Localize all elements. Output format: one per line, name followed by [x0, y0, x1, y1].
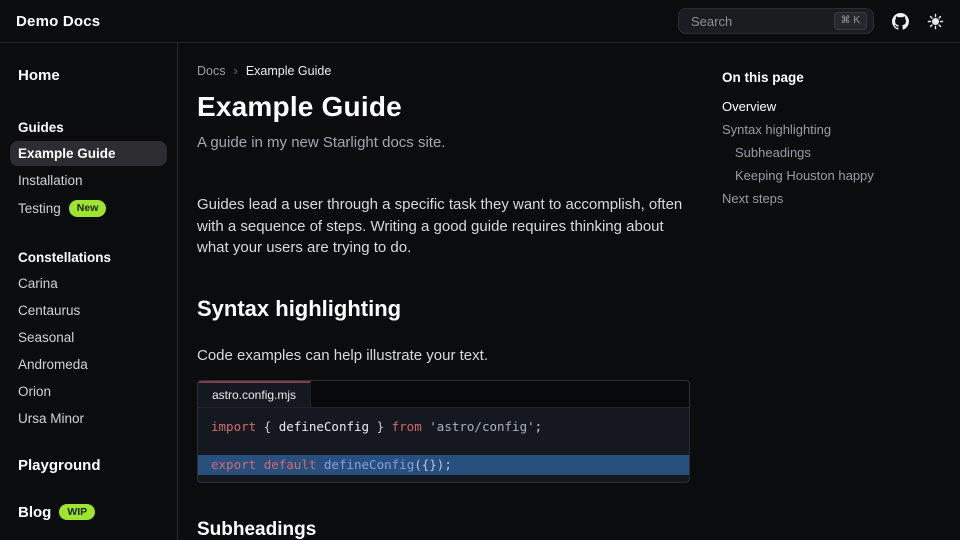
heading-subheadings: Subheadings — [197, 519, 690, 540]
code-token: 'astro/config' — [429, 419, 534, 434]
main-content: Docs › Example Guide Example Guide A gui… — [197, 43, 690, 540]
code-line-1: import { defineConfig } from 'astro/conf… — [198, 417, 689, 437]
top-navbar: Demo Docs Search ⌘ K — [0, 0, 960, 43]
code-token — [256, 457, 264, 472]
chevron-right-icon: › — [233, 63, 237, 78]
code-token: ({}); — [414, 457, 452, 472]
code-token: default — [264, 457, 317, 472]
sidebar-item-orion[interactable]: Orion — [10, 379, 167, 404]
code-token: import — [211, 419, 256, 434]
header-actions: Search ⌘ K — [678, 8, 944, 34]
page-subtitle: A guide in my new Starlight docs site. — [197, 134, 690, 151]
sidebar-item-andromeda[interactable]: Andromeda — [10, 352, 167, 377]
search-input[interactable]: Search ⌘ K — [678, 8, 874, 34]
syntax-paragraph: Code examples can help illustrate your t… — [197, 347, 690, 364]
code-line-2-blank — [198, 437, 689, 455]
search-shortcut-kbd: ⌘ K — [834, 12, 867, 30]
toc-item-keeping-houston-happy[interactable]: Keeping Houston happy — [722, 164, 948, 187]
toc-item-overview[interactable]: Overview — [722, 95, 948, 118]
sidebar-group-constellations: Constellations — [10, 246, 167, 269]
breadcrumb-current: Example Guide — [246, 64, 331, 78]
toc-list: Overview Syntax highlighting Subheadings… — [722, 95, 948, 210]
sidebar-item-ursa-minor[interactable]: Ursa Minor — [10, 406, 167, 431]
code-tab-bar: astro.config.mjs — [198, 381, 689, 408]
sidebar-item-installation[interactable]: Installation — [10, 168, 167, 193]
new-badge: New — [69, 200, 107, 217]
intro-paragraph: Guides lead a user through a specific ta… — [197, 194, 690, 259]
sidebar-group-guides: Guides — [10, 116, 167, 139]
github-icon — [892, 13, 909, 30]
breadcrumb: Docs › Example Guide — [197, 63, 690, 78]
code-token — [316, 457, 324, 472]
code-token: ; — [535, 419, 543, 434]
site-title[interactable]: Demo Docs — [16, 13, 100, 30]
on-this-page-toc: On this page Overview Syntax highlightin… — [722, 43, 948, 210]
code-token: defineConfig — [279, 419, 369, 434]
sidebar-item-testing[interactable]: Testing New — [10, 195, 167, 222]
sun-icon — [927, 13, 944, 30]
sidebar-item-label: Testing — [18, 201, 61, 216]
page-title: Example Guide — [197, 91, 690, 123]
toc-title: On this page — [722, 70, 948, 85]
toc-item-subheadings[interactable]: Subheadings — [722, 141, 948, 164]
code-line-3-highlighted: export default defineConfig({}); — [198, 455, 689, 475]
sidebar-item-carina[interactable]: Carina — [10, 271, 167, 296]
sidebar-item-playground[interactable]: Playground — [10, 453, 167, 478]
code-token: from — [392, 419, 422, 434]
heading-syntax-highlighting: Syntax highlighting — [197, 296, 690, 322]
sidebar-item-blog[interactable]: Blog WIP — [10, 500, 167, 525]
sidebar-item-label: Blog — [18, 504, 51, 521]
wip-badge: WIP — [59, 504, 95, 521]
code-token: export — [211, 457, 256, 472]
sidebar-item-example-guide[interactable]: Example Guide — [10, 141, 167, 166]
code-token: defineConfig — [324, 457, 414, 472]
code-content: import { defineConfig } from 'astro/conf… — [198, 408, 689, 482]
breadcrumb-docs-link[interactable]: Docs — [197, 64, 225, 78]
sidebar-item-centaurus[interactable]: Centaurus — [10, 298, 167, 323]
code-block: astro.config.mjs import { defineConfig }… — [197, 380, 690, 483]
search-placeholder: Search — [691, 14, 732, 29]
github-link[interactable] — [892, 13, 909, 30]
toc-item-next-steps[interactable]: Next steps — [722, 187, 948, 210]
code-tab-filename: astro.config.mjs — [198, 381, 311, 407]
theme-toggle-button[interactable] — [927, 13, 944, 30]
sidebar-nav: Home Guides Example Guide Installation T… — [0, 43, 178, 540]
sidebar-item-seasonal[interactable]: Seasonal — [10, 325, 167, 350]
code-token: { — [256, 419, 279, 434]
toc-item-syntax-highlighting[interactable]: Syntax highlighting — [722, 118, 948, 141]
code-token: } — [369, 419, 392, 434]
sidebar-item-home[interactable]: Home — [10, 63, 167, 88]
